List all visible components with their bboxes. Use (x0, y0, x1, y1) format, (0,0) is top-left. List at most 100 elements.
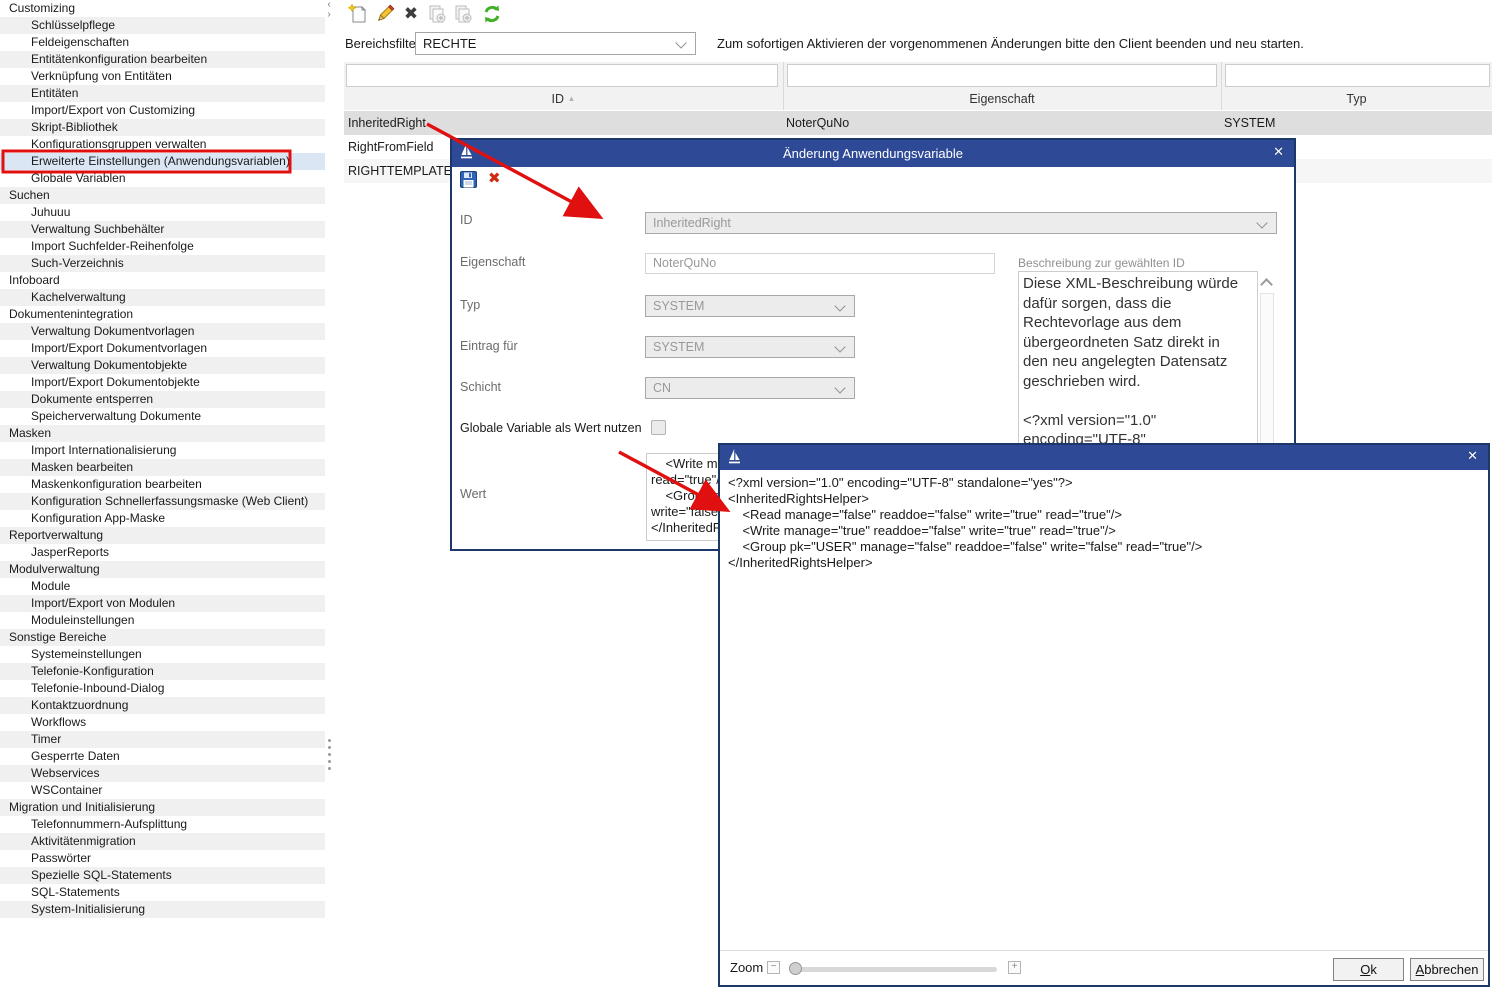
app-window: CustomizingSchlüsselpflegeFeldeigenschaf… (0, 0, 1492, 989)
close-icon[interactable]: ✕ (1467, 448, 1478, 464)
copy-icon[interactable] (426, 3, 448, 25)
typ-combobox[interactable]: SYSTEM (645, 295, 855, 317)
zoom-out-icon[interactable]: − (767, 961, 780, 974)
xml-line: <?xml version="1.0" encoding="UTF-8" sta… (728, 475, 1202, 491)
sidebar-item[interactable]: Kontaktzuordnung (0, 697, 325, 714)
new-icon[interactable] (346, 3, 368, 25)
eigenschaft-input[interactable]: NoterQuNo (645, 253, 995, 274)
sidebar-item[interactable]: Skript-Bibliothek (0, 119, 325, 136)
filter-input-typ[interactable] (1225, 64, 1490, 87)
sidebar-item[interactable]: Konfiguration Schnellerfassungsmaske (We… (0, 493, 325, 510)
app-icon-sailboat (460, 144, 473, 166)
sidebar-item[interactable]: JasperReports (0, 544, 325, 561)
sidebar-item[interactable]: Webservices (0, 765, 325, 782)
sidebar-item[interactable]: Verwaltung Dokumentvorlagen (0, 323, 325, 340)
sidebar-item[interactable]: Masken (0, 425, 325, 442)
sidebar-item[interactable]: Juhuuu (0, 204, 325, 221)
sidebar-item[interactable]: Konfigurationsgruppen verwalten (0, 136, 325, 153)
sidebar-item[interactable]: Moduleinstellungen (0, 612, 325, 629)
sidebar-item[interactable]: Kachelverwaltung (0, 289, 325, 306)
dialog2-bottom-bar: Zoom − + Ok Abbrechen (720, 950, 1488, 985)
sidebar-item[interactable]: Import Internationalisierung (0, 442, 325, 459)
sidebar-item[interactable]: Gesperrte Daten (0, 748, 325, 765)
column-header-typ[interactable]: Typ (1221, 89, 1492, 109)
sidebar-item[interactable]: Entitätenkonfiguration bearbeiten (0, 51, 325, 68)
id-combobox[interactable]: InheritedRight (645, 212, 1277, 234)
sidebar-item[interactable]: Import/Export Dokumentvorlagen (0, 340, 325, 357)
bereichsfilter-select[interactable]: RECHTE (415, 32, 696, 55)
sidebar-item[interactable]: SQL-Statements (0, 884, 325, 901)
sidebar-item[interactable]: Sonstige Bereiche (0, 629, 325, 646)
eintrag-fuer-label: Eintrag für (460, 339, 518, 353)
zoom-in-icon[interactable]: + (1008, 961, 1021, 974)
sidebar-item[interactable]: Migration und Initialisierung (0, 799, 325, 816)
sidebar-item[interactable]: Dokumentenintegration (0, 306, 325, 323)
sidebar-item[interactable]: Timer (0, 731, 325, 748)
dialog-xml-editor: ✕ <?xml version="1.0" encoding="UTF-8" s… (718, 443, 1490, 987)
xml-line: </InheritedRightsHelper> (728, 555, 1202, 571)
table-row[interactable]: InheritedRightNoterQuNoSYSTEM (344, 111, 1492, 135)
sidebar-item[interactable]: Dokumente entsperren (0, 391, 325, 408)
sidebar-item[interactable]: Import Suchfelder-Reihenfolge (0, 238, 325, 255)
sidebar-item[interactable]: Import/Export Dokumentobjekte (0, 374, 325, 391)
schicht-combobox[interactable]: CN (645, 377, 855, 399)
edit-icon[interactable] (374, 3, 396, 25)
eintrag-fuer-combobox[interactable]: SYSTEM (645, 336, 855, 358)
sidebar-item[interactable]: Import/Export von Customizing (0, 102, 325, 119)
sidebar-item[interactable]: Schlüsselpflege (0, 17, 325, 34)
sidebar-item[interactable]: Suchen (0, 187, 325, 204)
filter-input-eigenschaft[interactable] (787, 64, 1217, 87)
sidebar-item[interactable]: Telefonie-Inbound-Dialog (0, 680, 325, 697)
sidebar-item[interactable]: Such-Verzeichnis (0, 255, 325, 272)
sidebar-item[interactable]: Systemeinstellungen (0, 646, 325, 663)
xml-editor-content[interactable]: <?xml version="1.0" encoding="UTF-8" sta… (728, 475, 1202, 571)
chevron-down-icon (834, 300, 845, 311)
sidebar-item[interactable]: System-Initialisierung (0, 901, 325, 918)
chevron-down-icon (834, 382, 845, 393)
column-header-eigenschaft[interactable]: Eigenschaft (783, 89, 1221, 109)
sidebar-item[interactable]: Konfiguration App-Maske (0, 510, 325, 527)
sidebar-item[interactable]: Module (0, 578, 325, 595)
splitter-collapse-icons[interactable]: ‹› (324, 0, 334, 20)
sidebar-item[interactable]: Maskenkonfiguration bearbeiten (0, 476, 325, 493)
sidebar-item[interactable]: Workflows (0, 714, 325, 731)
sidebar-item[interactable]: Verwaltung Dokumentobjekte (0, 357, 325, 374)
xml-line: <Read manage="false" readdoe="false" wri… (728, 507, 1202, 523)
globale-variable-checkbox[interactable] (651, 420, 666, 435)
sidebar-item[interactable]: Telefonie-Konfiguration (0, 663, 325, 680)
sidebar-item[interactable]: WSContainer (0, 782, 325, 799)
sidebar-item[interactable]: Customizing (0, 0, 325, 17)
sidebar-item[interactable]: Verknüpfung von Entitäten (0, 68, 325, 85)
ok-button[interactable]: Ok (1333, 958, 1404, 981)
sidebar-item[interactable]: Entitäten (0, 85, 325, 102)
sidebar-nav: CustomizingSchlüsselpflegeFeldeigenschaf… (0, 0, 325, 920)
sidebar-item[interactable]: Feldeigenschaften (0, 34, 325, 51)
copy-add-icon[interactable] (452, 3, 474, 25)
filter-input-id[interactable] (346, 64, 778, 87)
splitter-handle[interactable] (326, 735, 332, 774)
zoom-slider-track[interactable] (792, 967, 997, 972)
cancel-icon[interactable]: ✖ (488, 169, 501, 187)
sidebar-item[interactable]: Reportverwaltung (0, 527, 325, 544)
zoom-slider-thumb[interactable] (789, 962, 802, 975)
column-header-id[interactable]: ID ▲ (344, 89, 783, 109)
cancel-button[interactable]: Abbrechen (1410, 958, 1484, 981)
sidebar-item[interactable]: Telefonnummern-Aufsplittung (0, 816, 325, 833)
close-icon[interactable]: ✕ (1273, 144, 1284, 160)
sidebar-item[interactable]: Globale Variablen (0, 170, 325, 187)
sidebar-item[interactable]: Import/Export von Modulen (0, 595, 325, 612)
sidebar-item[interactable]: Spezielle SQL-Statements (0, 867, 325, 884)
scroll-up-icon[interactable] (1260, 278, 1273, 291)
sidebar-item[interactable]: Infoboard (0, 272, 325, 289)
delete-icon[interactable]: ✖ (400, 3, 422, 25)
sidebar-item[interactable]: Erweiterte Einstellungen (Anwendungsvari… (0, 153, 325, 170)
sidebar-item[interactable]: Masken bearbeiten (0, 459, 325, 476)
sidebar-item[interactable]: Passwörter (0, 850, 325, 867)
beschreibung-label: Beschreibung zur gewählten ID (1018, 256, 1185, 270)
sidebar-item[interactable]: Verwaltung Suchbehälter (0, 221, 325, 238)
refresh-icon[interactable] (481, 3, 503, 25)
save-icon[interactable] (460, 171, 477, 193)
sidebar-item[interactable]: Speicherverwaltung Dokumente (0, 408, 325, 425)
sidebar-item[interactable]: Aktivitätenmigration (0, 833, 325, 850)
sidebar-item[interactable]: Modulverwaltung (0, 561, 325, 578)
